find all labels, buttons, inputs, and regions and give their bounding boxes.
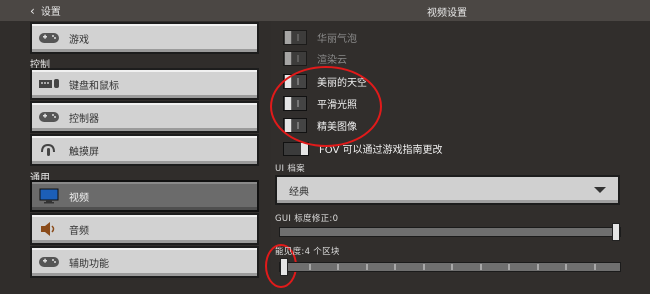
slider-tick (451, 264, 453, 270)
toggle-label: 华丽气泡 (317, 34, 357, 45)
ui-profile-dropdown[interactable]: 经典 (275, 175, 620, 205)
sidebar-item-label: 控制器 (69, 113, 99, 125)
slider-tick (337, 264, 339, 270)
sidebar-item-keyboard-mouse[interactable]: 键盘和鼠标 (30, 68, 259, 100)
sidebar-item-game[interactable]: 游戏 (30, 22, 259, 54)
sidebar-item-label: 键盘和鼠标 (69, 80, 119, 92)
sidebar-item-label: 触摸屏 (69, 146, 99, 158)
monitor-icon (37, 187, 61, 205)
toggle-render-clouds[interactable]: 渲染云 (283, 51, 347, 66)
slider-handle[interactable] (280, 258, 288, 276)
gui-scale-label: GUI 标度修正:0 (275, 214, 339, 224)
toggle-switch[interactable] (283, 30, 307, 45)
controller-icon (37, 108, 61, 126)
slider-tick (308, 264, 311, 270)
back-label: 设置 (40, 7, 61, 18)
sidebar-item-controller[interactable]: 控制器 (30, 101, 259, 133)
sidebar-item-audio[interactable]: 音频 (30, 213, 259, 245)
toggle-label: 渲染云 (317, 55, 347, 66)
render-distance-slider[interactable] (279, 258, 621, 276)
keyboard-mouse-icon (37, 75, 61, 93)
dropdown-value: 经典 (289, 186, 309, 198)
slider-tick (565, 264, 567, 270)
ui-profile-label: UI 档案 (275, 164, 305, 174)
controller-icon (37, 253, 61, 271)
sidebar-item-label: 音频 (69, 225, 89, 237)
sidebar-item-label: 辅助功能 (69, 258, 109, 270)
page-title: 视频设置 (427, 8, 467, 19)
toggle-switch[interactable] (283, 51, 307, 66)
back-button[interactable]: ‹ 设置 (30, 3, 61, 19)
sidebar-item-label: 视频 (69, 192, 89, 204)
slider-handle[interactable] (612, 223, 620, 241)
top-bar: ‹ 设置 视频设置 (0, 0, 650, 22)
slider-tick (422, 264, 425, 270)
chevron-left-icon: ‹ (30, 3, 35, 18)
sidebar-item-accessibility[interactable]: 辅助功能 (30, 246, 259, 278)
slider-tick (394, 264, 396, 270)
gui-scale-slider[interactable] (279, 223, 621, 241)
sidebar-item-label: 游戏 (69, 34, 89, 46)
sidebar-item-touch[interactable]: 触摸屏 (30, 134, 259, 166)
slider-tick (593, 264, 596, 270)
controller-icon (37, 29, 61, 47)
speaker-icon (37, 220, 61, 238)
toggle-fancy-bubbles[interactable]: 华丽气泡 (283, 30, 357, 45)
render-distance-label: 能见度:4 个区块 (275, 247, 340, 257)
slider-tick (479, 264, 482, 270)
slider-tick (536, 264, 539, 270)
slider-tick (508, 264, 510, 270)
caret-down-icon (594, 187, 606, 193)
annotation-circle (270, 66, 382, 147)
sidebar-item-video[interactable]: 视频 (30, 180, 259, 212)
slider-tick (365, 264, 368, 270)
touch-icon (37, 141, 61, 159)
